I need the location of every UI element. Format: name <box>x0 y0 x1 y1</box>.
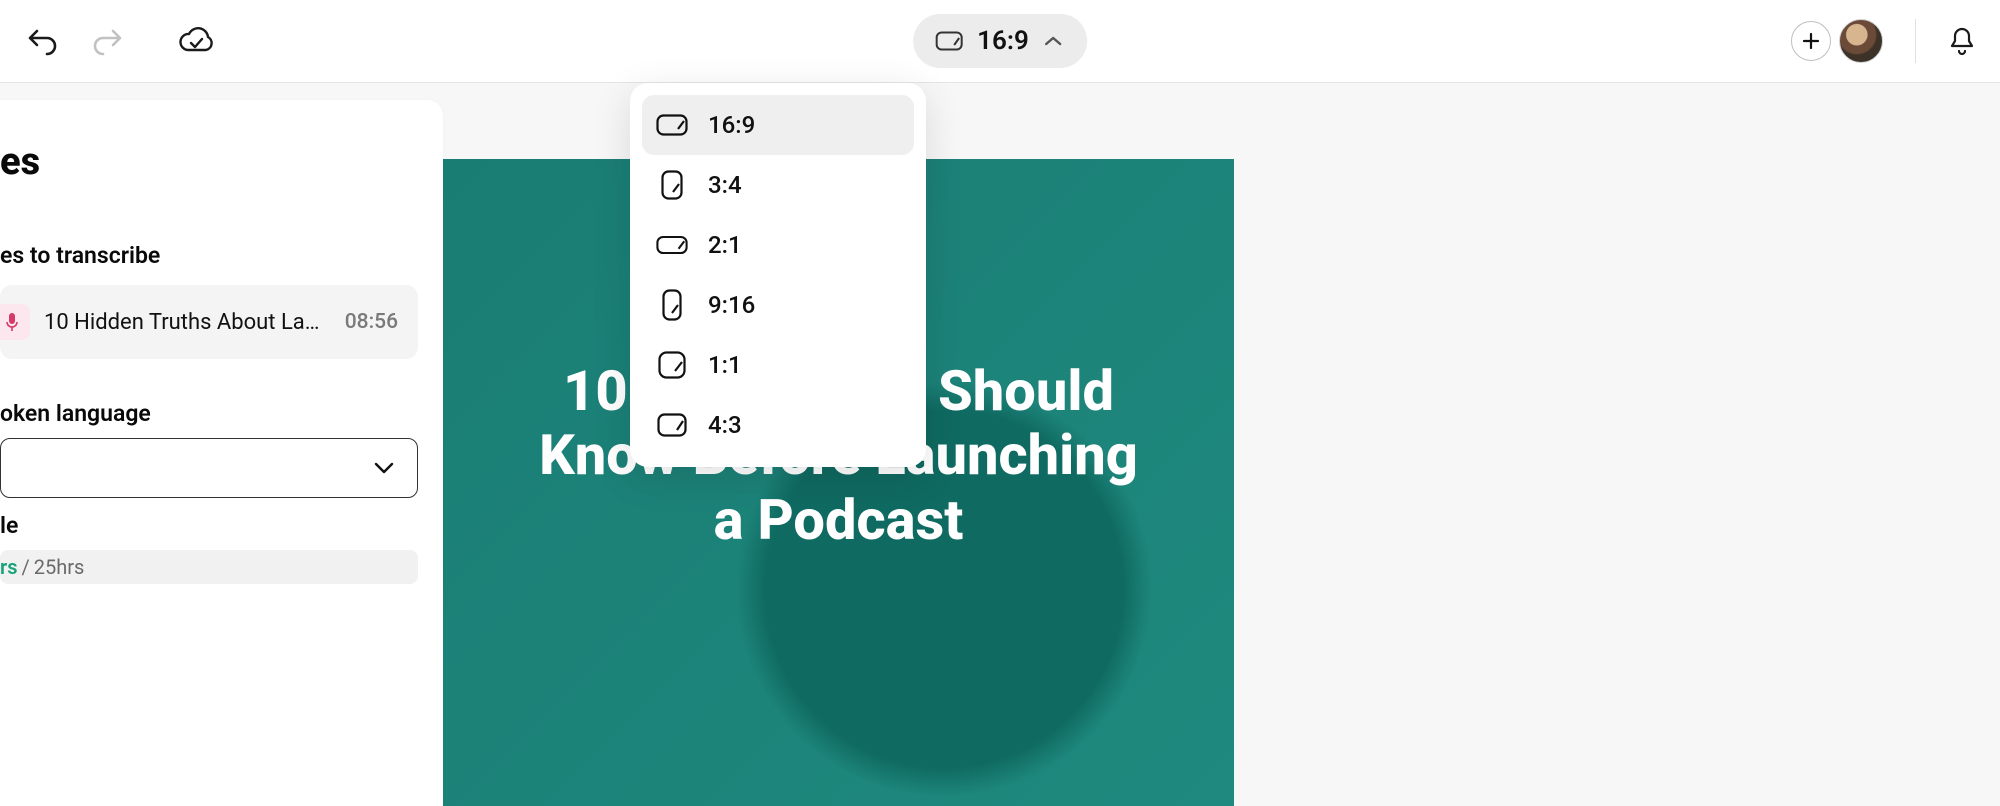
file-row[interactable]: 10 Hidden Truths About Launching ... 08:… <box>0 285 418 359</box>
file-duration: 08:56 <box>345 310 398 334</box>
usage-bar: rs / 25hrs <box>0 550 418 584</box>
redo-icon <box>91 26 125 56</box>
cloud-check-icon <box>177 26 215 56</box>
toolbar-left-group <box>20 19 218 63</box>
ratio-option-1-1[interactable]: 1:1 <box>642 335 914 395</box>
ratio-icon-square <box>656 349 688 381</box>
chevron-down-icon <box>373 461 395 475</box>
add-button[interactable] <box>1791 21 1831 61</box>
plus-icon <box>1801 31 1821 51</box>
ratio-option-16-9[interactable]: 16:9 <box>642 95 914 155</box>
panel-heading: es <box>0 140 40 184</box>
redo-button[interactable] <box>86 19 130 63</box>
ratio-option-4-3[interactable]: 4:3 <box>642 395 914 455</box>
ratio-option-2-1[interactable]: 2:1 <box>642 215 914 275</box>
aspect-ratio-selector: 16:9 <box>913 14 1087 68</box>
usage-text: rs / 25hrs <box>0 555 84 579</box>
ratio-icon-wide <box>656 409 688 441</box>
workspace: es es to transcribe 10 Hidden Truths Abo… <box>0 83 2000 806</box>
ratio-icon-tall <box>656 289 688 321</box>
cloud-sync-button[interactable] <box>174 19 218 63</box>
undo-button[interactable] <box>20 19 64 63</box>
top-toolbar: 16:9 <box>0 0 2000 83</box>
undo-icon <box>25 26 59 56</box>
ratio-option-label: 3:4 <box>708 171 742 199</box>
language-section-label: oken language <box>0 400 151 427</box>
aspect-ratio-current-label: 16:9 <box>977 26 1029 56</box>
ratio-option-label: 4:3 <box>708 411 742 439</box>
microphone-icon <box>5 312 19 332</box>
usage-hours: rs <box>0 555 17 579</box>
notifications-button[interactable] <box>1944 23 1980 59</box>
side-panel: es es to transcribe 10 Hidden Truths Abo… <box>0 100 443 806</box>
aspect-ratio-pill[interactable]: 16:9 <box>913 14 1087 68</box>
bell-icon <box>1948 25 1976 57</box>
ratio-option-label: 1:1 <box>708 351 742 379</box>
chevron-up-icon <box>1043 34 1063 48</box>
ratio-option-9-16[interactable]: 9:16 <box>642 275 914 335</box>
ratio-icon-tall <box>656 169 688 201</box>
ratio-option-label: 9:16 <box>708 291 755 319</box>
third-section-label: le <box>0 512 18 539</box>
ratio-option-label: 2:1 <box>708 231 742 259</box>
aspect-ratio-icon <box>935 31 963 51</box>
file-title: 10 Hidden Truths About Launching ... <box>44 310 331 335</box>
usage-total: 25hrs <box>34 555 85 579</box>
ratio-icon-wide <box>656 229 688 261</box>
user-avatar[interactable] <box>1839 19 1883 63</box>
aspect-ratio-dropdown: 16:9 3:4 2:1 9:16 1:1 <box>630 83 926 467</box>
usage-separator: / <box>21 555 29 579</box>
toolbar-divider <box>1915 19 1916 63</box>
transcribe-section-label: es to transcribe <box>0 242 160 269</box>
ratio-option-label: 16:9 <box>708 111 755 139</box>
toolbar-right-group <box>1791 19 1980 63</box>
microphone-badge <box>0 304 30 340</box>
ratio-icon-wide <box>656 109 688 141</box>
language-select[interactable] <box>0 438 418 498</box>
ratio-option-3-4[interactable]: 3:4 <box>642 155 914 215</box>
